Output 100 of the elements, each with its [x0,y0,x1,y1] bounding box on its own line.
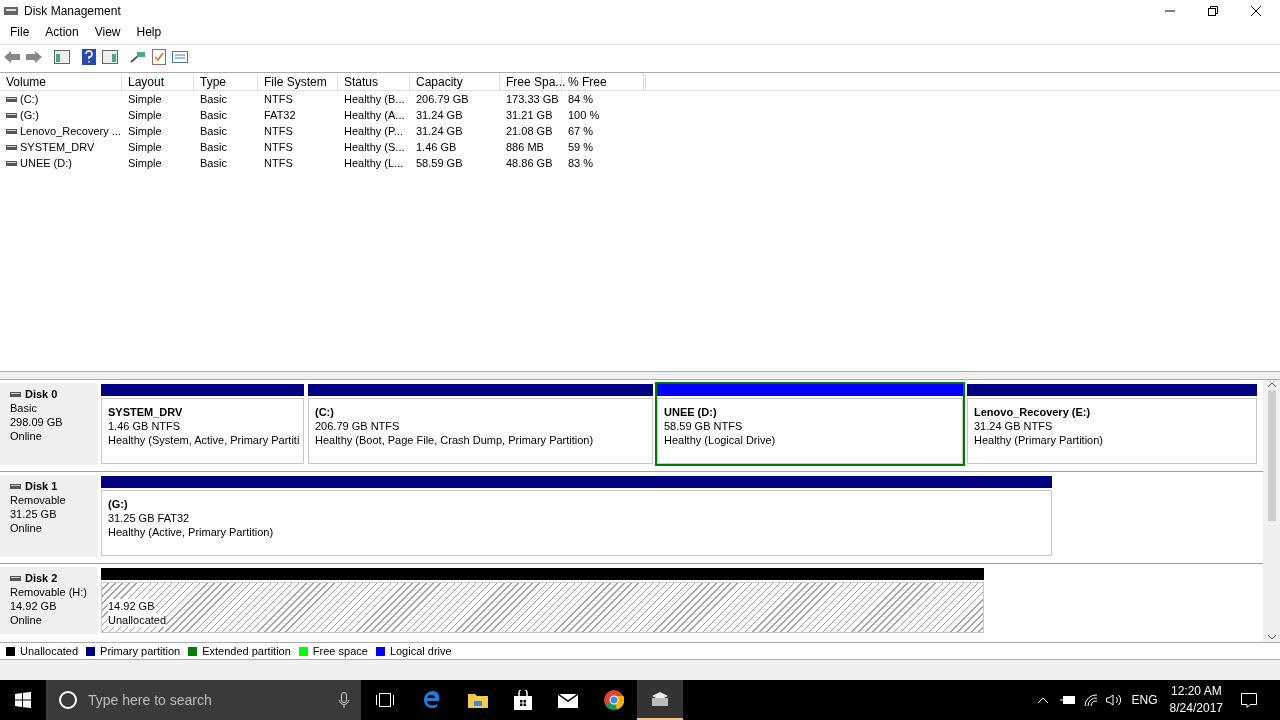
scroll-down-icon[interactable] [1267,635,1276,640]
partition-name: UNEE (D:) [664,405,718,419]
drive-icon [6,128,17,134]
properties-icon[interactable] [172,50,188,63]
drive-icon [10,391,21,397]
table-cell-text: Lenovo_Recovery ... [20,123,121,139]
checklist-icon[interactable] [152,48,166,65]
shopping-bag-icon[interactable] [514,690,532,710]
column-header[interactable]: Capacity [410,73,500,90]
column-header[interactable]: File System [258,73,338,90]
table-cell-text: 1.46 GB [416,139,457,155]
forward-arrow-icon[interactable] [26,50,42,63]
drive-icon [6,144,17,150]
partition-block[interactable]: SYSTEM_DRV 1.46 GB NTFS Healthy (System, Active, Primary Partiti [100,383,305,465]
menu-item[interactable]: Action [37,23,87,41]
browser-e-icon[interactable] [422,690,442,710]
chevron-up-icon[interactable] [1037,697,1048,703]
table-cell-text: Healthy (B... [344,91,405,107]
partition-size: 58.59 GB NTFS [664,419,743,433]
column-header[interactable]: Status [338,73,410,90]
partition-block[interactable]: 14.92 GB Unallocated [100,567,985,634]
table-cell-text: Basic [200,91,227,107]
partition-status: Unallocated [108,613,167,627]
table-cell-text: Basic [200,123,227,139]
app-icon [4,5,18,17]
language-indicator[interactable]: ENG [1131,691,1158,709]
partition-block[interactable]: (C:) 206.79 GB NTFS Healthy (Boot, Page File, Crash Dump, Primary Partition) [307,383,654,465]
search-field[interactable]: Type here to search [46,680,361,720]
scrollbar[interactable] [1263,380,1280,642]
column-header[interactable]: Layout [122,73,194,90]
microphone-icon[interactable] [339,692,349,708]
legend-label: Free space [312,643,368,659]
legend-label: Unallocated [20,643,79,659]
partition-block[interactable]: Lenovo_Recovery (E:) 31.24 GB NTFS Healthy (Primary Partition) [966,383,1258,465]
search-placeholder: Type here to search [88,690,213,710]
taskbar-app-button[interactable] [637,680,683,720]
table-cell-text: Basic [200,139,227,155]
table-cell-text: 59 % [568,139,594,155]
scroll-up-icon[interactable] [1267,382,1276,387]
partition-size: 206.79 GB NTFS [315,419,400,433]
menu-item[interactable]: View [86,23,129,41]
partition-size: 14.92 GB [108,599,155,613]
menu-item[interactable]: Help [128,23,170,41]
table-cell-text: NTFS [264,123,293,139]
table-cell-text: Simple [128,91,162,107]
help-icon[interactable] [82,48,96,65]
table-cell-text: Simple [128,123,162,139]
table-cell-text: 83 % [568,155,594,171]
partition-block[interactable]: UNEE (D:) 58.59 GB NTFS Healthy (Logical Drive) [656,383,964,465]
drive-icon [10,575,21,581]
partition-size: 31.25 GB FAT32 [108,511,190,525]
disk-info-panel[interactable]: Disk 1 Removable 31.25 GB Online [0,475,98,557]
table-cell-text: Healthy (P... [344,123,404,139]
table-cell-text: 48.86 GB [506,155,553,171]
table-cell-text: 58.59 GB [416,155,463,171]
drive-icon [10,483,21,489]
back-arrow-icon[interactable] [4,50,20,63]
disk-size: 31.25 GB [10,507,58,521]
chrome-icon[interactable] [604,690,624,710]
partition-status: Healthy (Primary Partition) [974,433,1103,447]
scrollbar-thumb[interactable] [1267,391,1276,521]
window-title: Disk Management [24,3,121,20]
table-cell-text: Basic [200,107,227,123]
close-icon[interactable] [1251,6,1261,16]
panel-icon[interactable] [102,49,118,64]
clock[interactable]: 12:20 AM 8/24/2017 [1169,683,1223,717]
partition-status: Healthy (Active, Primary Partition) [108,525,274,539]
drive-icon [6,160,17,166]
column-header[interactable]: Volume [0,73,122,90]
disk-type: Removable (H:) [10,585,88,599]
table-cell-text: (G:) [20,107,39,123]
task-view-icon[interactable] [375,692,395,708]
disk-name: Disk 2 [25,571,58,585]
circle-icon [58,690,78,710]
wifi-icon[interactable] [1083,694,1098,706]
menu-item[interactable]: File [2,23,38,41]
table-cell-text: 31.24 GB [416,107,463,123]
table-cell-text: Healthy (S... [344,139,405,155]
table-cell-text: 84 % [568,91,594,107]
table-cell-text: 31.21 GB [506,107,553,123]
disk-info-panel[interactable]: Disk 0 Basic 298.09 GB Online [0,383,98,465]
panel-icon[interactable] [54,49,70,64]
table-cell-text: 100 % [568,107,600,123]
drive-icon [6,112,17,118]
windows-start-icon[interactable] [15,692,31,708]
disk-size: 298.09 GB [10,415,64,429]
rescan-icon[interactable] [130,49,146,64]
table-cell-text: 67 % [568,123,594,139]
notification-icon[interactable] [1241,692,1257,708]
battery-icon[interactable] [1059,695,1076,705]
column-header[interactable]: Type [194,73,258,90]
disk-tool-icon [650,691,670,707]
table-cell-text: NTFS [264,155,293,171]
envelope-icon[interactable] [558,692,578,708]
disk-info-panel[interactable]: Disk 2 Removable (H:) 14.92 GB Online [0,567,98,634]
partition-block[interactable]: (G:) 31.25 GB FAT32 Healthy (Active, Primary Partition) [100,475,1053,557]
table-cell-text: Healthy (A... [344,107,405,123]
speaker-icon[interactable] [1105,694,1122,706]
restore-icon[interactable] [1208,6,1218,16]
folder-icon[interactable] [468,692,488,708]
